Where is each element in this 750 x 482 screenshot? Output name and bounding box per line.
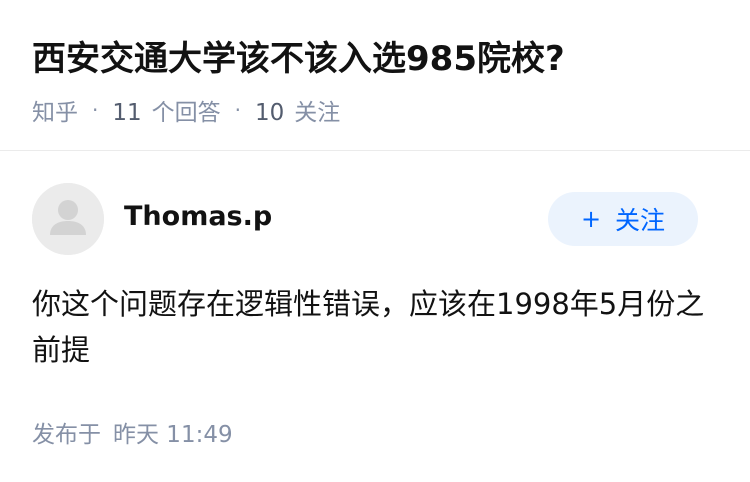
published-time: 昨天 11:49: [113, 422, 233, 448]
follow-count[interactable]: 10 关注: [255, 93, 340, 127]
default-user-avatar-icon: [32, 183, 104, 255]
answer-card: Thomas.p + 关注 你这个问题存在逻辑性错误，应该在1998年5月份之前…: [0, 151, 750, 482]
author-name[interactable]: Thomas.p: [124, 199, 272, 235]
source-label[interactable]: 知乎: [32, 93, 78, 127]
follow-author-button[interactable]: + 关注: [548, 192, 698, 246]
answer-count-number: 11: [112, 100, 142, 126]
meta-separator: ·: [92, 98, 99, 122]
follow-button-label: 关注: [615, 206, 666, 235]
meta-separator: ·: [234, 98, 241, 122]
question-title[interactable]: 西安交通大学该不该入选985院校?: [32, 36, 565, 82]
published-label: 发布于: [32, 422, 101, 448]
answer-content[interactable]: 你这个问题存在逻辑性错误，应该在1998年5月份之前提: [32, 281, 722, 373]
answer-count[interactable]: 11 个回答: [112, 93, 220, 127]
author-avatar[interactable]: [32, 183, 104, 255]
question-header: 西安交通大学该不该入选985院校? 知乎 · 11 个回答 · 10 关注: [0, 0, 750, 151]
plus-icon: +: [580, 205, 602, 233]
follow-count-label: 关注: [294, 100, 341, 126]
answer-count-label: 个回答: [151, 100, 221, 126]
question-meta: 知乎 · 11 个回答 · 10 关注: [32, 93, 340, 127]
follow-count-number: 10: [255, 100, 285, 126]
answer-published-time: 发布于 昨天 11:49: [32, 415, 233, 449]
